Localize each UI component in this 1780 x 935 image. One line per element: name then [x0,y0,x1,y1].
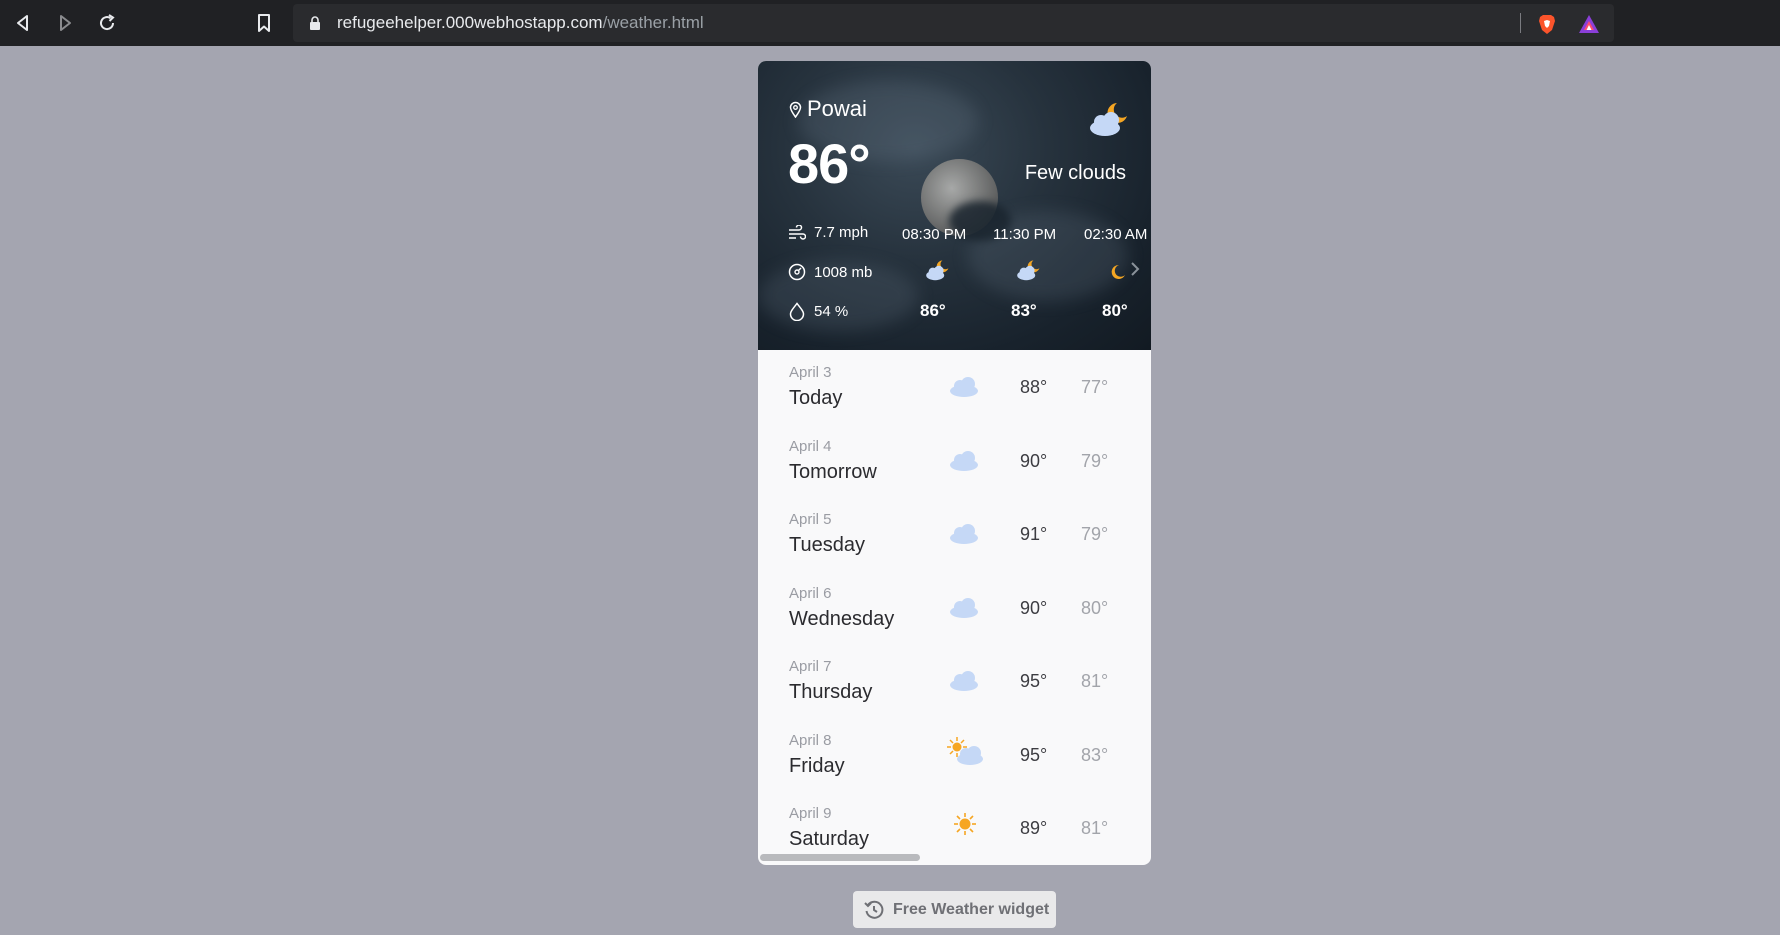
droplet-icon [789,302,805,321]
current-condition: Few clouds [1024,162,1126,184]
day-high: 88° [1020,377,1048,397]
day-name: Tuesday [789,534,865,556]
cloud-icon [950,377,978,397]
bookmark-icon [258,14,270,32]
moon-background [921,159,998,236]
day-name: Wednesday [789,608,895,630]
brave-rewards-button[interactable] [1578,13,1600,35]
url-host: refugeehelper.000webhostapp.com [337,13,603,32]
day-date: April 8 [789,732,832,749]
current-temperature: 86° [788,132,871,195]
day-low: 80° [1081,598,1109,618]
wind-value: 7.7 mph [814,224,869,241]
day-date: April 7 [789,658,832,675]
cloud-moon-icon [926,260,949,281]
day-high: 91° [1020,524,1048,544]
day-date: April 9 [789,805,832,822]
free-weather-widget-label: Free Weather widget [893,900,1050,918]
free-weather-widget-button[interactable]: Free Weather widget [853,891,1056,928]
day-date: April 5 [789,511,832,528]
url-divider [1520,13,1521,33]
brave-rewards-icon [1579,15,1599,33]
history-icon [864,900,884,919]
hourly-temperature: 86° [920,301,946,320]
day-name: Tomorrow [789,461,877,483]
current-weather-panel: Powai 86° Few clouds 7.7 mph 1008 mb 54 … [758,61,1151,350]
day-low: 79° [1081,451,1109,471]
wind-stat: 7.7 mph [788,224,868,241]
hourly-temperature: 83° [1011,301,1037,320]
daily-forecast-row: April 8 Friday 95° 83° [758,718,1151,791]
day-name: Friday [789,755,845,777]
reload-button[interactable] [92,8,122,38]
forward-icon [60,15,71,31]
day-name: Thursday [789,681,873,703]
daily-forecast-row: April 6 Wednesday 90° 80° [758,571,1151,644]
location-name: Powai [807,96,867,121]
url-path: /weather.html [602,13,704,32]
brave-shield-button[interactable] [1536,13,1558,35]
moon-icon [1111,264,1125,279]
cloud-moon-icon [1090,103,1127,136]
day-high: 90° [1020,598,1048,618]
hourly-time: 08:30 PM [902,226,967,243]
day-date: April 6 [789,585,832,602]
weather-widget: Powai 86° Few clouds 7.7 mph 1008 mb 54 … [758,61,1151,865]
day-high: 89° [1020,818,1048,838]
daily-forecast-row: April 5 Tuesday 91° 79° [758,497,1151,570]
sun-icon [954,813,976,835]
url-text: refugeehelper.000webhostapp.com/weather.… [337,13,704,33]
back-button[interactable] [8,8,38,38]
pressure-value: 1008 mb [814,263,873,281]
lock-icon [310,16,320,30]
address-bar[interactable]: refugeehelper.000webhostapp.com/weather.… [293,4,1614,42]
humidity-stat: 54 % [788,302,848,321]
back-icon [17,15,28,31]
day-low: 77° [1081,377,1109,397]
day-low: 79° [1081,524,1109,544]
day-high: 90° [1020,451,1048,471]
cloud-icon [950,671,978,691]
pressure-stat: 1008 mb [788,263,872,281]
daily-forecast-row: April 3 Today 88° 77° [758,350,1151,423]
reload-icon [100,14,115,31]
day-low: 81° [1081,818,1109,838]
horizontal-scrollbar[interactable] [760,854,920,861]
brave-shield-icon [1539,15,1555,34]
day-low: 83° [1081,745,1109,765]
pressure-gauge-icon [788,263,806,281]
day-date: April 4 [789,438,832,455]
browser-toolbar: refugeehelper.000webhostapp.com/weather.… [0,0,1780,46]
daily-forecast-row: April 7 Thursday 95° 81° [758,644,1151,717]
day-date: April 3 [789,364,832,381]
day-name: Today [789,387,843,409]
wind-icon [789,224,806,240]
hourly-temperature: 80° [1102,301,1128,320]
daily-forecast-row: April 4 Tomorrow 90° 79° [758,424,1151,497]
bookmark-button[interactable] [249,8,279,38]
sun-cloud-icon [947,737,983,765]
day-low: 81° [1081,671,1109,691]
day-high: 95° [1020,745,1048,765]
cloud-icon [950,524,978,544]
hourly-time: 02:30 AM [1084,226,1148,243]
day-high: 95° [1020,671,1048,691]
forward-button[interactable] [50,8,80,38]
chevron-right-icon[interactable] [1130,262,1140,276]
location: Powai [789,96,867,122]
cloud-icon [950,598,978,618]
hourly-time: 11:30 PM [993,226,1057,243]
day-name: Saturday [789,828,870,850]
humidity-value: 54 % [814,303,849,320]
cloud-icon [950,451,978,471]
cloud-moon-icon [1017,260,1040,281]
location-pin-icon [789,101,802,118]
